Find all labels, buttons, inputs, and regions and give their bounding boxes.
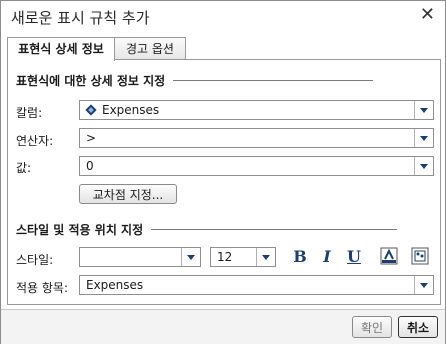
section-divider xyxy=(173,80,374,81)
dialog-title: 새로운 표시 규칙 추가 xyxy=(11,9,150,27)
chevron-down-icon[interactable] xyxy=(414,157,433,175)
background-color-icon[interactable] xyxy=(410,247,430,267)
add-display-rule-dialog: 새로운 표시 규칙 추가 ✕ 표현식 상세 정보 경고 옵션 표현식에 대한 상… xyxy=(0,0,446,344)
ok-button[interactable]: 확인 xyxy=(352,316,392,338)
value-combo[interactable]: 0 xyxy=(79,156,434,176)
style-select[interactable] xyxy=(79,247,201,267)
font-size-value: 12 xyxy=(217,250,233,264)
expression-section-heading: 표현식에 대한 상세 정보 지정 xyxy=(16,72,374,89)
value-value: 0 xyxy=(86,159,94,173)
specify-intersection-button[interactable]: 교차점 지정... xyxy=(79,184,177,204)
cancel-button[interactable]: 취소 xyxy=(398,316,438,338)
underline-button[interactable]: U xyxy=(344,247,364,267)
operator-select[interactable]: > xyxy=(79,128,434,148)
style-section-heading: 스타일 및 적용 위치 지정 xyxy=(16,221,398,238)
tab-expression-details[interactable]: 표현식 상세 정보 xyxy=(7,37,115,61)
chevron-down-icon[interactable] xyxy=(414,101,433,119)
chevron-down-icon[interactable] xyxy=(414,129,433,147)
apply-to-label: 적용 항목: xyxy=(16,281,69,295)
style-label: 스타일: xyxy=(16,253,54,267)
section-divider xyxy=(151,229,398,230)
operator-value: > xyxy=(86,131,97,145)
tab-alert-options[interactable]: 경고 옵션 xyxy=(114,37,186,60)
column-select[interactable]: Expenses xyxy=(79,100,434,120)
font-size-select[interactable]: 12 xyxy=(210,247,276,267)
chevron-down-icon[interactable] xyxy=(414,276,433,294)
value-label: 값: xyxy=(16,161,32,175)
dialog-footer: 확인 취소 xyxy=(1,309,445,344)
column-label: 칼럼: xyxy=(16,106,43,120)
chevron-down-icon[interactable] xyxy=(181,248,200,266)
chevron-down-icon[interactable] xyxy=(256,248,275,266)
italic-button[interactable]: I xyxy=(317,247,337,267)
style-section-title: 스타일 및 적용 위치 지정 xyxy=(16,223,144,237)
measure-icon xyxy=(85,104,97,119)
operator-label: 연산자: xyxy=(16,134,54,148)
expression-section-title: 표현식에 대한 상세 정보 지정 xyxy=(16,74,166,88)
close-icon[interactable]: ✕ xyxy=(420,5,435,25)
dialog-titlebar: 새로운 표시 규칙 추가 ✕ xyxy=(1,1,445,31)
text-color-icon[interactable] xyxy=(379,247,399,267)
column-value: Expenses xyxy=(102,103,160,117)
expression-details-panel: 표현식에 대한 상세 정보 지정 칼럼: Expenses 연산자: > 값: … xyxy=(7,59,441,305)
apply-to-value: Expenses xyxy=(86,278,144,292)
bold-button[interactable]: B xyxy=(290,247,310,267)
apply-to-select[interactable]: Expenses xyxy=(79,275,434,295)
